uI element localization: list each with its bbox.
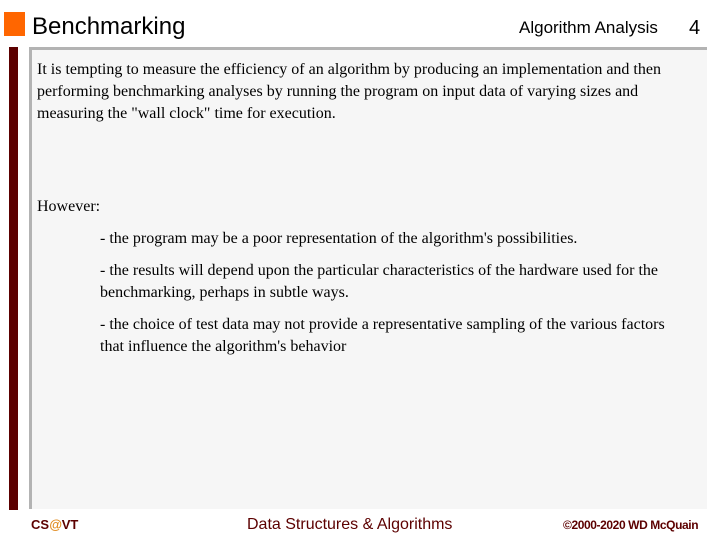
slide-title: Benchmarking: [32, 13, 186, 40]
footer-copyright: ©2000-2020 WD McQuain: [563, 518, 699, 532]
side-accent-bar: [9, 47, 18, 510]
bullet-item: - the program may be a poor representati…: [100, 230, 578, 247]
however-label: However:: [37, 198, 101, 215]
bullet-item: - the choice of test data may not provid…: [100, 316, 665, 355]
footer-course-title: Data Structures & Algorithms: [247, 516, 453, 533]
page-number: 4: [689, 17, 701, 39]
footer-logo-vt: VT: [61, 517, 79, 532]
title-accent-square: [4, 12, 25, 36]
slide-topic: Algorithm Analysis: [519, 18, 658, 37]
footer-course-logo: CS@VT: [31, 515, 78, 535]
intro-paragraph: It is tempting to measure the efficiency…: [37, 61, 661, 122]
footer-logo-cs: CS: [31, 517, 50, 532]
footer-logo-at: @: [49, 517, 62, 532]
bullet-item: - the results will depend upon the parti…: [100, 262, 659, 301]
